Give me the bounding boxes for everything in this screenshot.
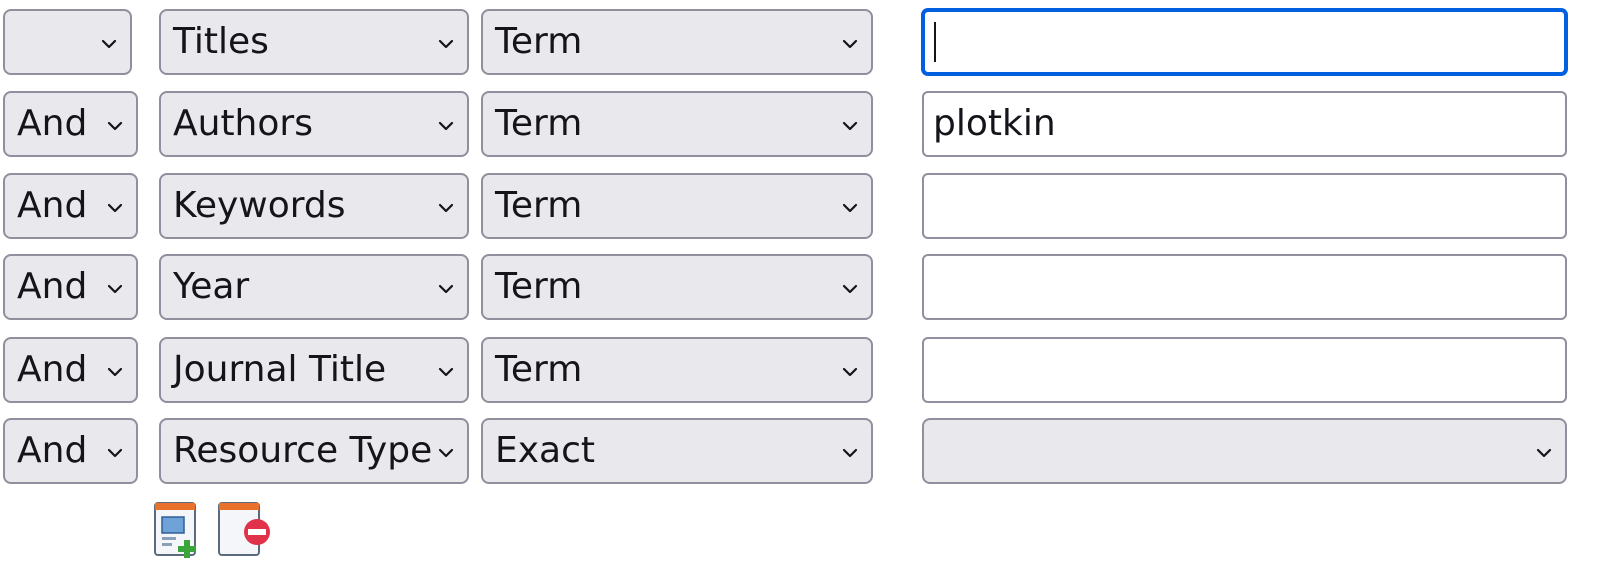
match-mode-select[interactable]: Term xyxy=(481,254,873,320)
match-mode-value: Term xyxy=(495,21,583,62)
search-field-value: Journal Title xyxy=(173,349,387,390)
chevron-down-icon xyxy=(842,39,858,49)
boolean-operator-select[interactable]: And xyxy=(3,337,138,403)
search-row: And Keywords Term xyxy=(0,173,1598,239)
boolean-operator-select[interactable] xyxy=(3,9,132,75)
boolean-operator-select[interactable]: And xyxy=(3,254,138,320)
search-row: And Year Term xyxy=(0,254,1598,320)
search-field-select[interactable]: Authors xyxy=(159,91,469,157)
search-term-input[interactable] xyxy=(922,337,1567,403)
chevron-down-icon xyxy=(842,367,858,377)
chevron-down-icon xyxy=(438,203,454,213)
search-field-value: Titles xyxy=(173,21,269,62)
boolean-operator-value: And xyxy=(17,266,88,307)
match-mode-value: Term xyxy=(495,185,583,226)
resource-type-select[interactable] xyxy=(922,418,1567,484)
search-field-value: Resource Type xyxy=(173,430,433,471)
chevron-down-icon xyxy=(101,39,117,49)
search-field-value: Year xyxy=(173,266,250,307)
search-field-value: Authors xyxy=(173,103,313,144)
search-field-select[interactable]: Resource Type xyxy=(159,418,469,484)
match-mode-select[interactable]: Term xyxy=(481,91,873,157)
chevron-down-icon xyxy=(438,448,454,458)
search-term-input[interactable] xyxy=(922,9,1567,75)
search-field-select[interactable]: Year xyxy=(159,254,469,320)
chevron-down-icon xyxy=(107,203,123,213)
chevron-down-icon xyxy=(107,367,123,377)
advanced-search-form: Titles Term And Authors Term plotkin And… xyxy=(0,0,1598,574)
remove-row-button[interactable] xyxy=(217,500,270,560)
match-mode-select[interactable]: Term xyxy=(481,9,873,75)
match-mode-select[interactable]: Term xyxy=(481,173,873,239)
chevron-down-icon xyxy=(107,448,123,458)
boolean-operator-value: And xyxy=(17,349,88,390)
match-mode-select[interactable]: Term xyxy=(481,337,873,403)
boolean-operator-select[interactable]: And xyxy=(3,173,138,239)
search-row: And Resource Type Exact xyxy=(0,418,1598,484)
chevron-down-icon xyxy=(438,121,454,131)
chevron-down-icon xyxy=(438,284,454,294)
chevron-down-icon xyxy=(107,121,123,131)
search-row: And Journal Title Term xyxy=(0,337,1598,403)
search-field-value: Keywords xyxy=(173,185,346,226)
search-row: Titles Term xyxy=(0,9,1598,75)
search-row: And Authors Term plotkin xyxy=(0,91,1598,157)
boolean-operator-select[interactable]: And xyxy=(3,418,138,484)
search-term-value: plotkin xyxy=(933,103,1056,144)
match-mode-value: Term xyxy=(495,266,583,307)
search-term-input[interactable] xyxy=(922,254,1567,320)
add-row-button[interactable] xyxy=(153,500,203,560)
match-mode-value: Exact xyxy=(495,430,596,471)
boolean-operator-value: And xyxy=(17,103,88,144)
chevron-down-icon xyxy=(842,448,858,458)
search-term-input[interactable] xyxy=(922,173,1567,239)
match-mode-select[interactable]: Exact xyxy=(481,418,873,484)
chevron-down-icon xyxy=(842,203,858,213)
chevron-down-icon xyxy=(1536,448,1552,458)
boolean-operator-select[interactable]: And xyxy=(3,91,138,157)
chevron-down-icon xyxy=(842,284,858,294)
match-mode-value: Term xyxy=(495,349,583,390)
chevron-down-icon xyxy=(438,367,454,377)
chevron-down-icon xyxy=(107,284,123,294)
match-mode-value: Term xyxy=(495,103,583,144)
search-term-input[interactable]: plotkin xyxy=(922,91,1567,157)
text-caret xyxy=(934,22,936,62)
add-row-icon xyxy=(154,502,196,558)
boolean-operator-value: And xyxy=(17,185,88,226)
chevron-down-icon xyxy=(842,121,858,131)
boolean-operator-value: And xyxy=(17,430,88,471)
remove-row-icon xyxy=(218,502,270,556)
search-field-select[interactable]: Journal Title xyxy=(159,337,469,403)
chevron-down-icon xyxy=(438,39,454,49)
search-field-select[interactable]: Titles xyxy=(159,9,469,75)
search-field-select[interactable]: Keywords xyxy=(159,173,469,239)
